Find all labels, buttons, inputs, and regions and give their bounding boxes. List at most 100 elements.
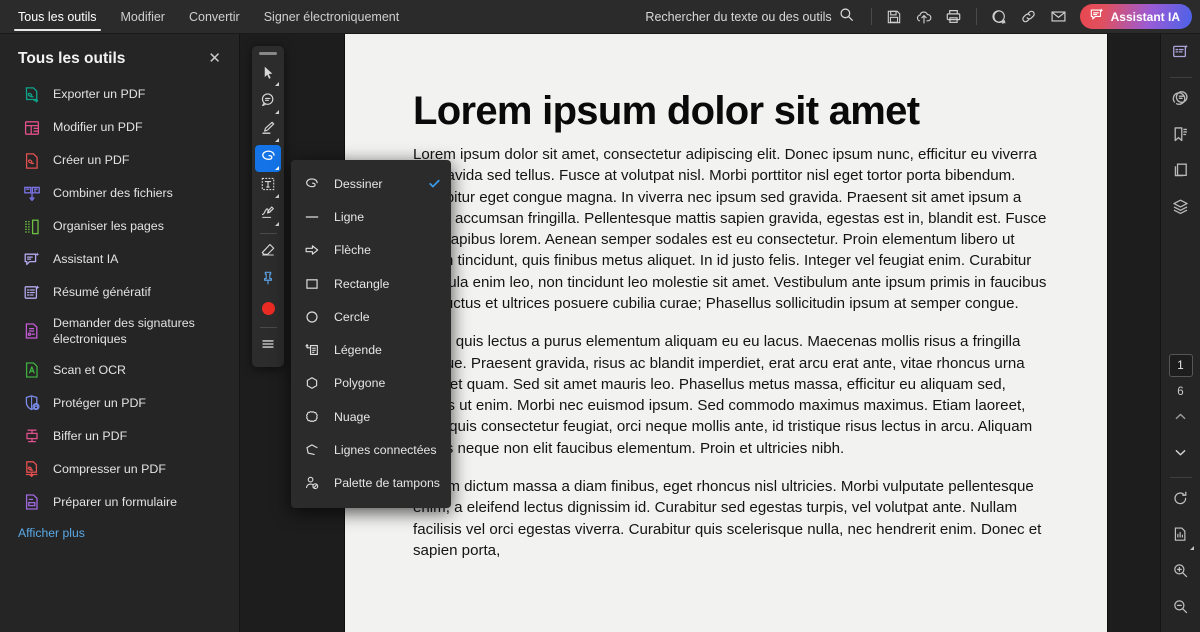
- ai-assistant-button[interactable]: Assistant IA: [1079, 4, 1192, 29]
- drag-handle[interactable]: [259, 52, 277, 55]
- tab-label: Tous les outils: [18, 10, 97, 24]
- sidebar-item-biffer-un-pdf[interactable]: Biffer un PDF: [0, 419, 239, 452]
- bookmarks-rail-button[interactable]: [1166, 122, 1196, 152]
- page-stats-icon: [1172, 526, 1189, 548]
- document-title: Lorem ipsum dolor sit amet: [413, 89, 920, 133]
- menu-item-label: Palette de tampons: [334, 476, 440, 491]
- zoom-out-icon: [1172, 598, 1189, 620]
- comments-rail-button[interactable]: [1166, 86, 1196, 116]
- chevron-down-icon: [275, 138, 279, 142]
- toolbar-divider-2: [259, 327, 277, 328]
- eraser-tool-button[interactable]: [255, 239, 281, 266]
- sidebar-header: Tous les outils ✕: [0, 34, 239, 78]
- menu-item-label: Nuage: [334, 409, 371, 424]
- highlight-tool-button[interactable]: [255, 117, 281, 144]
- sidebar-item-scan-et-ocr[interactable]: Scan et OCR: [0, 353, 239, 386]
- toolbar-separator-2: [975, 8, 977, 25]
- sidebar-item-label: Organiser les pages: [53, 219, 164, 234]
- connected-lines-icon: [303, 441, 321, 459]
- stamp-palette-icon: [303, 474, 321, 492]
- page-down-button[interactable]: [1166, 440, 1196, 470]
- layers-rail-button[interactable]: [1166, 194, 1196, 224]
- ai-assistant-label: Assistant IA: [1110, 9, 1180, 24]
- show-more-link[interactable]: Afficher plus: [0, 518, 85, 540]
- comment-tool-button[interactable]: [255, 89, 281, 116]
- sidebar-item-creer-un-pdf[interactable]: Créer un PDF: [0, 144, 239, 177]
- sidebar-item-modifier-un-pdf[interactable]: Modifier un PDF: [0, 111, 239, 144]
- page-thumbnails-rail-button[interactable]: [1166, 158, 1196, 188]
- search-icon: [839, 7, 854, 27]
- tools-sidebar: Tous les outils ✕ Exporter un PDF Modifi…: [0, 34, 240, 632]
- menu-item-label: Polygone: [334, 376, 386, 391]
- draw-tool-menu: Dessiner Ligne Flèche Rectangle Cercle L…: [291, 160, 451, 508]
- redact-pdf-icon: [22, 426, 41, 445]
- speech-bubble-icon: [260, 92, 276, 113]
- link-icon[interactable]: [1014, 2, 1044, 32]
- sidebar-item-organiser-les-pages[interactable]: Organiser les pages: [0, 210, 239, 243]
- sidebar-item-preparer-un-formulaire[interactable]: Préparer un formulaire: [0, 485, 239, 518]
- menu-item-legende[interactable]: Légende: [291, 333, 451, 366]
- close-icon[interactable]: ✕: [204, 49, 225, 68]
- sidebar-item-combiner-des-fichiers[interactable]: Combiner des fichiers: [0, 177, 239, 210]
- select-tool-button[interactable]: [255, 61, 281, 88]
- pdf-page: Lorem ipsum dolor sit amet Lorem ipsum d…: [345, 34, 1107, 632]
- rotate-button[interactable]: [1166, 486, 1196, 516]
- chevron-down-icon: [275, 222, 279, 226]
- sidebar-item-compresser-un-pdf[interactable]: Compresser un PDF: [0, 452, 239, 485]
- menu-item-lignes-connectees[interactable]: Lignes connectées: [291, 433, 451, 466]
- compress-pdf-icon: [22, 459, 41, 478]
- cloud-shape-icon: [303, 408, 321, 426]
- cloud-upload-icon[interactable]: [909, 2, 939, 32]
- mail-icon[interactable]: [1044, 2, 1074, 32]
- hamburger-icon: [260, 336, 276, 357]
- menu-item-polygone[interactable]: Polygone: [291, 367, 451, 400]
- add-comment-icon[interactable]: [984, 2, 1014, 32]
- tab-modifier[interactable]: Modifier: [109, 0, 177, 34]
- protect-pdf-icon: [22, 393, 41, 412]
- sidebar-item-demander-des-signatures-electroniques[interactable]: Demander des signatures électroniques: [0, 309, 239, 353]
- ai-assistant-rail-button[interactable]: [1166, 40, 1196, 70]
- color-swatch-button[interactable]: [255, 295, 281, 322]
- search-input[interactable]: Rechercher du texte ou des outils: [635, 7, 863, 27]
- more-options-button[interactable]: [255, 333, 281, 360]
- tab-tous-les-outils[interactable]: Tous les outils: [6, 0, 109, 34]
- menu-item-label: Ligne: [334, 209, 365, 224]
- red-circle-icon: [261, 302, 275, 315]
- zoom-out-button[interactable]: [1166, 594, 1196, 624]
- sidebar-tool-list: Exporter un PDF Modifier un PDF Créer un…: [0, 78, 239, 542]
- menu-item-palette-de-tampons[interactable]: Palette de tampons: [291, 467, 451, 500]
- text-box-tool-button[interactable]: [255, 173, 281, 200]
- signature-tool-button[interactable]: [255, 201, 281, 228]
- draw-tool-button[interactable]: [255, 145, 281, 172]
- current-page-input[interactable]: 1: [1168, 354, 1193, 377]
- zoom-in-button[interactable]: [1166, 558, 1196, 588]
- save-icon[interactable]: [879, 2, 909, 32]
- prepare-form-icon: [22, 492, 41, 511]
- export-pdf-icon: [22, 85, 41, 104]
- pin-icon: [260, 270, 276, 291]
- combine-files-icon: [22, 184, 41, 203]
- chevron-down-icon: [275, 82, 279, 86]
- sidebar-item-assistant-ia[interactable]: Assistant IA: [0, 243, 239, 276]
- cursor-icon: [261, 65, 276, 85]
- page-thumbnails-rail-icon: [1171, 161, 1190, 185]
- sidebar-item-resume-generatif[interactable]: Résumé génératif: [0, 276, 239, 309]
- page-content: Lorem ipsum dolor sit amet Lorem ipsum d…: [345, 34, 1107, 561]
- print-icon[interactable]: [939, 2, 969, 32]
- menu-item-ligne[interactable]: Ligne: [291, 200, 451, 233]
- page-up-button[interactable]: [1166, 404, 1196, 434]
- menu-item-rectangle[interactable]: Rectangle: [291, 267, 451, 300]
- page-tools-button[interactable]: [1166, 522, 1196, 552]
- tab-convertir[interactable]: Convertir: [177, 0, 252, 34]
- menu-item-dessiner[interactable]: Dessiner: [291, 167, 451, 200]
- menu-item-cercle[interactable]: Cercle: [291, 300, 451, 333]
- menu-item-fleche[interactable]: Flèche: [291, 234, 451, 267]
- sidebar-item-label: Exporter un PDF: [53, 87, 146, 102]
- tab-label: Signer électroniquement: [263, 10, 400, 24]
- pin-tool-button[interactable]: [255, 267, 281, 294]
- ai-sparkle-icon: [1089, 7, 1105, 26]
- menu-item-nuage[interactable]: Nuage: [291, 400, 451, 433]
- tab-signer-electroniquement[interactable]: Signer électroniquement: [252, 0, 412, 34]
- sidebar-item-proteger-un-pdf[interactable]: Protéger un PDF: [0, 386, 239, 419]
- sidebar-item-exporter-un-pdf[interactable]: Exporter un PDF: [0, 78, 239, 111]
